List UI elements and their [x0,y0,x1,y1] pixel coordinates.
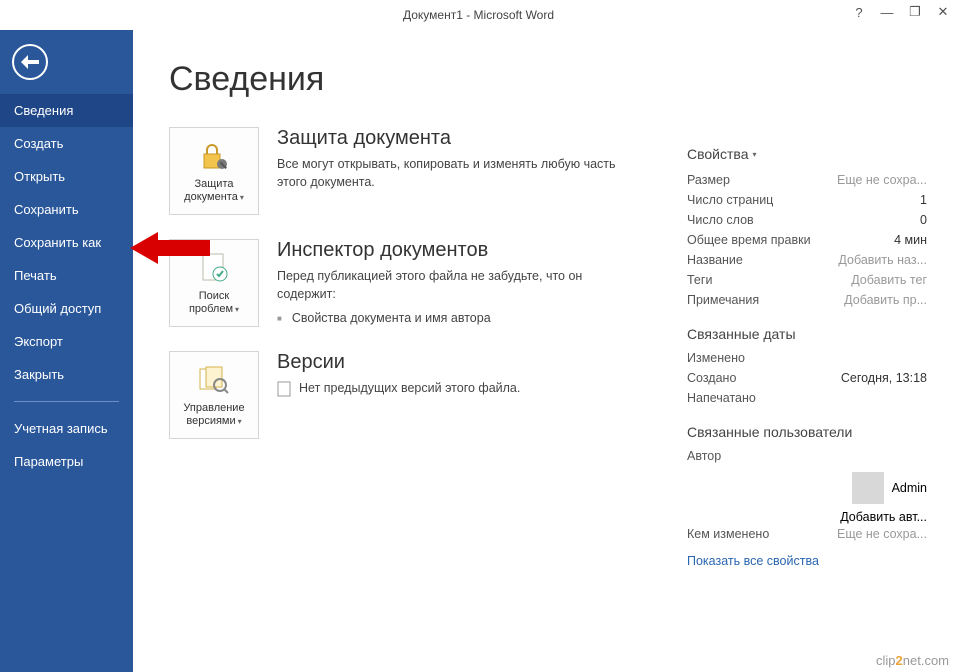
prop-last-modified-by: Кем измененоЕще не сохра... [687,524,927,544]
nav-divider [14,401,119,402]
nav-print[interactable]: Печать [0,259,133,292]
nav-info[interactable]: Сведения [0,94,133,127]
author-row: Admin [687,472,927,504]
close-icon[interactable]: ✕ [935,4,951,20]
main-panel: Сведения Защита документа▾ Защита докуме… [133,30,957,672]
restore-icon[interactable]: ❐ [907,4,923,20]
prop-comments: ПримечанияДобавить пр... [687,290,927,310]
prop-printed: Напечатано [687,388,927,408]
sidebar: Сведения Создать Открыть Сохранить Сохра… [0,30,133,672]
prop-created: СозданоСегодня, 13:18 [687,368,927,388]
versions-icon [198,362,230,398]
prop-author: Автор [687,446,927,466]
nav-export[interactable]: Экспорт [0,325,133,358]
inspect-desc: Перед публикацией этого файла не забудьт… [277,268,637,303]
help-icon[interactable]: ? [851,5,867,20]
minimize-icon[interactable]: — [879,5,895,20]
add-author[interactable]: Добавить авт... [840,510,927,524]
properties-dropdown[interactable]: Свойства▾ [687,146,927,162]
protect-document-button[interactable]: Защита документа▾ [169,127,259,215]
prop-pages: Число страниц1 [687,190,927,210]
author-name: Admin [892,481,927,495]
show-all-properties-link[interactable]: Показать все свойства [687,554,819,568]
versions-desc: Нет предыдущих версий этого файла. [277,380,637,398]
user-avatar-icon [852,472,884,504]
window-controls: ? — ❐ ✕ [851,4,951,20]
prop-size: РазмерЕще не сохра... [687,170,927,190]
versions-title: Версии [277,351,637,374]
prop-title: НазваниеДобавить наз... [687,250,927,270]
nav-new[interactable]: Создать [0,127,133,160]
nav-share[interactable]: Общий доступ [0,292,133,325]
watermark: clip2net.com [876,653,949,668]
prop-words: Число слов0 [687,210,927,230]
manage-versions-button[interactable]: Управление версиями▾ [169,351,259,439]
page-title: Сведения [169,60,927,99]
prop-tags: ТегиДобавить тег [687,270,927,290]
nav-save[interactable]: Сохранить [0,193,133,226]
red-arrow-annotation [130,230,210,266]
prop-modified: Изменено [687,348,927,368]
nav-save-as[interactable]: Сохранить как [0,226,133,259]
related-dates-header: Связанные даты [687,326,927,342]
inspect-bullet: Свойства документа и имя автора [277,311,637,325]
protect-title: Защита документа [277,127,637,150]
protect-desc: Все могут открывать, копировать и изменя… [277,156,637,191]
nav-close[interactable]: Закрыть [0,358,133,391]
window-title: Документ1 - Microsoft Word [403,8,554,22]
nav-options[interactable]: Параметры [0,445,133,478]
nav-open[interactable]: Открыть [0,160,133,193]
titlebar: Документ1 - Microsoft Word ? — ❐ ✕ [0,0,957,30]
document-icon [277,381,291,397]
inspect-title: Инспектор документов [277,239,637,262]
prop-edit-time: Общее время правки4 мин [687,230,927,250]
back-button[interactable] [12,44,48,80]
nav-account[interactable]: Учетная запись [0,412,133,445]
lock-icon [198,138,230,174]
related-users-header: Связанные пользователи [687,424,927,440]
properties-panel: Свойства▾ РазмерЕще не сохра... Число ст… [687,146,927,568]
